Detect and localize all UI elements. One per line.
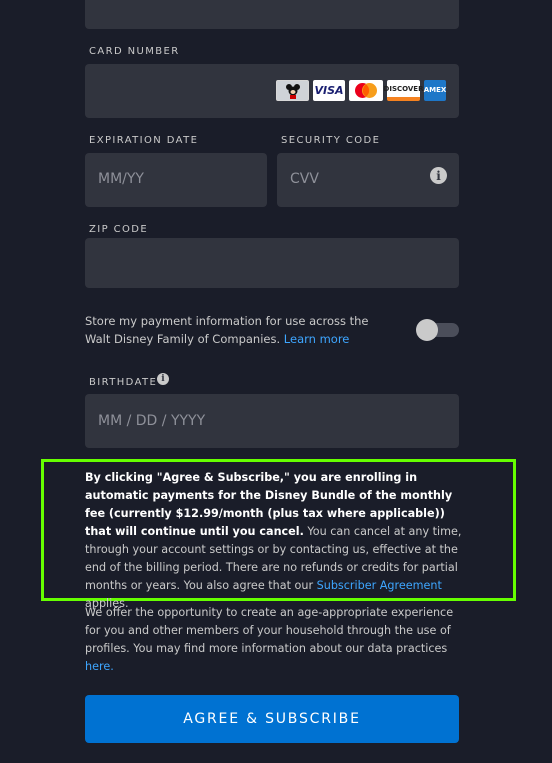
birthdate-placeholder: MM / DD / YYYY bbox=[98, 413, 206, 429]
card-number-label: CARD NUMBER bbox=[89, 46, 180, 57]
cvv-placeholder: CVV bbox=[290, 171, 319, 187]
previous-field[interactable] bbox=[85, 0, 459, 29]
info-icon[interactable]: i bbox=[430, 167, 447, 184]
amex-card-icon: AMEX bbox=[424, 80, 446, 101]
birthdate-label: BIRTHDATE bbox=[89, 377, 158, 388]
security-code-label: SECURITY CODE bbox=[281, 135, 381, 146]
zip-code-label: ZIP CODE bbox=[89, 224, 149, 235]
visa-card-icon: VISA bbox=[313, 80, 345, 101]
disney-card-icon bbox=[276, 80, 309, 101]
birthdate-info-icon[interactable]: i bbox=[157, 373, 169, 385]
zip-code-input[interactable] bbox=[85, 238, 459, 288]
agree-subscribe-button[interactable]: AGREE & SUBSCRIBE bbox=[85, 695, 459, 743]
privacy-text: We offer the opportunity to create an ag… bbox=[85, 604, 463, 676]
agreement-text: By clicking "Agree & Subscribe," you are… bbox=[85, 469, 463, 613]
privacy-description: We offer the opportunity to create an ag… bbox=[85, 606, 454, 655]
amex-card-text: AMEX bbox=[423, 86, 447, 94]
store-payment-text: Store my payment information for use acr… bbox=[85, 312, 385, 348]
expiration-placeholder: MM/YY bbox=[98, 171, 144, 187]
card-number-input[interactable]: VISA DISCOVER AMEX bbox=[85, 64, 459, 118]
expiration-date-input[interactable]: MM/YY bbox=[85, 153, 267, 207]
mastercard-card-icon bbox=[349, 80, 383, 101]
privacy-here-link[interactable]: here. bbox=[85, 660, 114, 673]
subscriber-agreement-link[interactable]: Subscriber Agreement bbox=[317, 579, 442, 592]
toggle-knob bbox=[416, 319, 438, 341]
security-code-input[interactable]: CVV i bbox=[277, 153, 459, 207]
birthdate-input[interactable]: MM / DD / YYYY bbox=[85, 394, 459, 448]
learn-more-link[interactable]: Learn more bbox=[284, 332, 350, 346]
expiration-date-label: EXPIRATION DATE bbox=[89, 135, 199, 146]
store-payment-toggle[interactable] bbox=[416, 319, 459, 341]
agree-subscribe-label: AGREE & SUBSCRIBE bbox=[183, 711, 361, 727]
discover-card-icon: DISCOVER bbox=[384, 80, 423, 101]
